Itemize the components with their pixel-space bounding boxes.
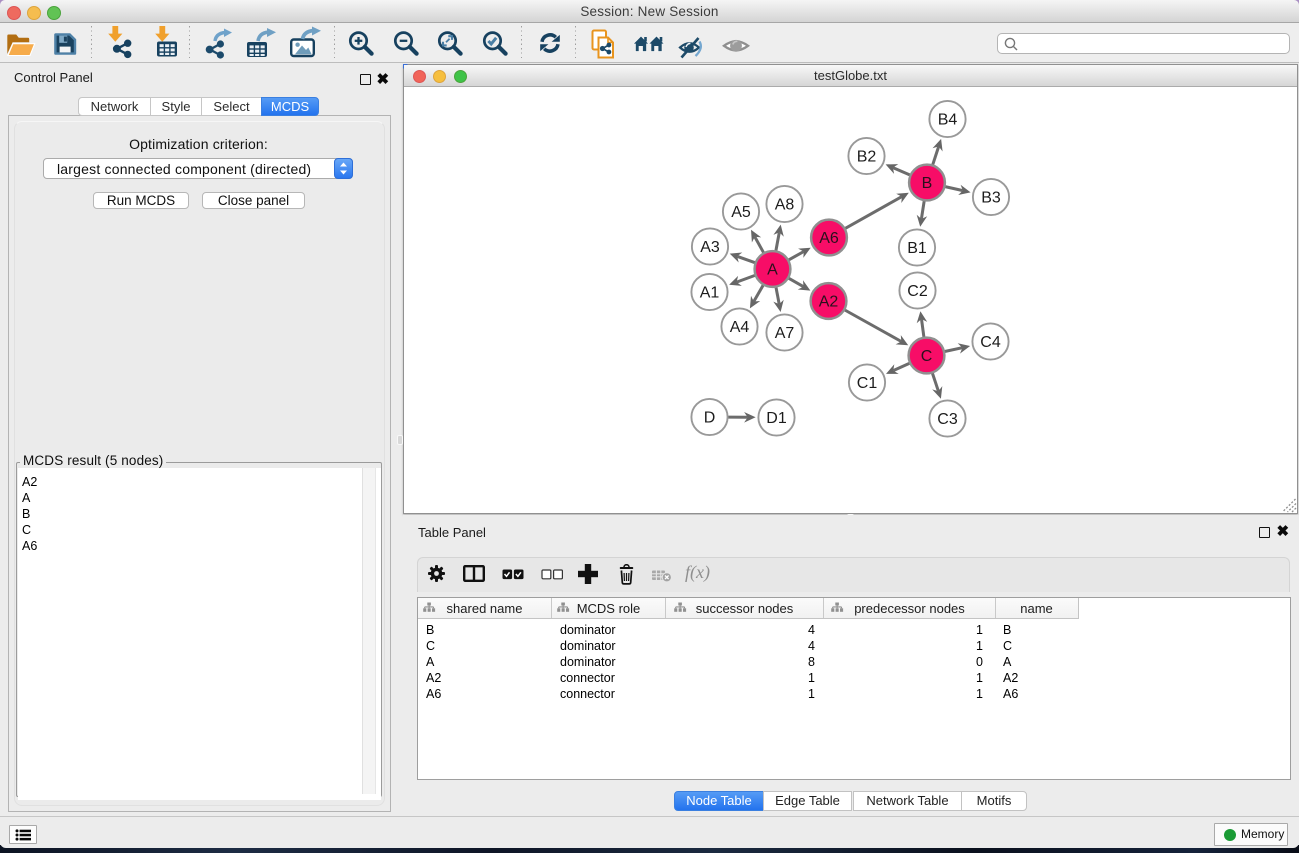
svg-text:A8: A8 [775,197,795,214]
svg-text:B4: B4 [938,112,958,129]
svg-text:C1: C1 [857,375,878,392]
svg-text:A2: A2 [819,294,839,311]
svg-text:C3: C3 [937,411,958,428]
svg-text:C: C [921,348,933,365]
svg-text:A7: A7 [775,325,795,342]
svg-text:D1: D1 [766,410,787,427]
svg-text:A: A [767,262,778,279]
svg-text:C4: C4 [980,334,1001,351]
svg-text:A4: A4 [730,319,750,336]
svg-text:C2: C2 [907,283,928,300]
svg-text:B1: B1 [907,240,927,257]
svg-text:A5: A5 [731,204,751,221]
svg-text:A3: A3 [700,239,720,256]
svg-text:A6: A6 [819,230,839,247]
svg-text:B2: B2 [857,149,877,166]
svg-text:A1: A1 [700,285,720,302]
svg-text:D: D [704,410,716,427]
svg-text:B3: B3 [981,190,1001,207]
svg-text:B: B [922,175,933,192]
